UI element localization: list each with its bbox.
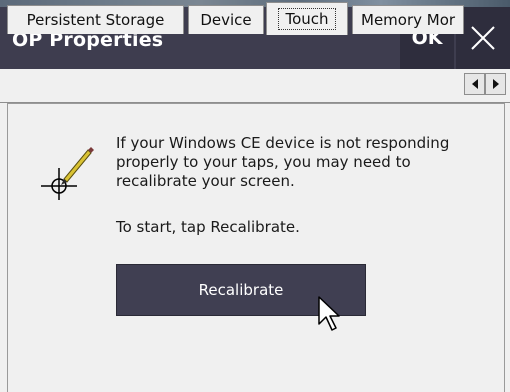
close-button[interactable] xyxy=(456,7,510,69)
tab-scroll-arrows xyxy=(464,73,506,95)
touch-instruction-text: To start, tap Recalibrate. xyxy=(116,218,300,236)
panel-margin xyxy=(0,103,7,392)
tab-memory-monitor[interactable]: Memory Mor xyxy=(352,5,464,34)
touch-info-text: If your Windows CE device is not respond… xyxy=(116,134,450,190)
mouse-cursor-icon xyxy=(318,296,340,331)
tab-bar xyxy=(0,69,510,103)
tab-label: Memory Mor xyxy=(361,11,456,29)
tab-label: Persistent Storage xyxy=(26,11,165,29)
tab-scroll-right-button[interactable] xyxy=(485,73,506,95)
panel-margin xyxy=(505,103,510,392)
crosshair-pen-icon xyxy=(41,147,94,200)
close-icon xyxy=(471,26,495,50)
chevron-right-icon xyxy=(492,79,499,89)
tab-scroll-left-button[interactable] xyxy=(464,73,485,95)
tab-persistent-storage[interactable]: Persistent Storage xyxy=(7,5,184,34)
tab-touch[interactable]: Touch xyxy=(266,2,348,35)
tab-label: Device xyxy=(200,11,252,29)
chevron-left-icon xyxy=(471,79,478,89)
tab-device[interactable]: Device xyxy=(188,5,264,34)
tab-label: Touch xyxy=(278,8,336,30)
